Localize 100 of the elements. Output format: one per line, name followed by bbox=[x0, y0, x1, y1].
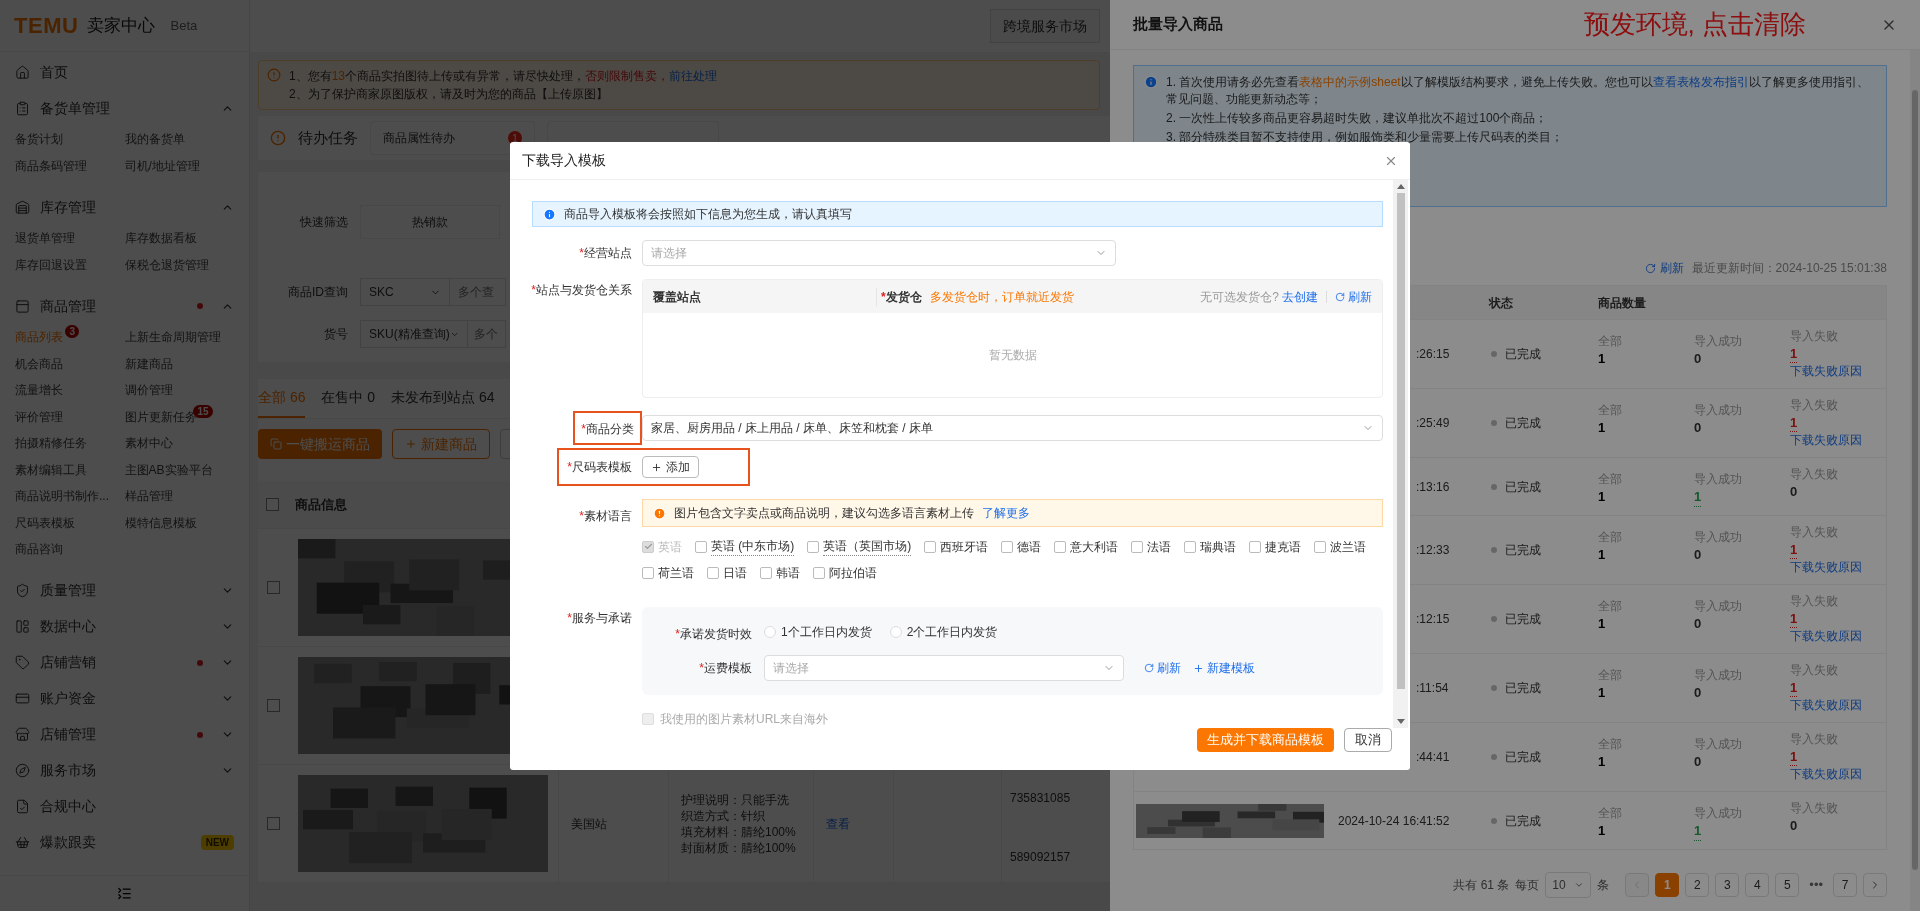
page-button[interactable]: 4 bbox=[1745, 873, 1770, 897]
notice-link[interactable]: 前往处理 bbox=[669, 69, 718, 83]
new-template-link[interactable]: 新建模板 bbox=[1193, 659, 1255, 677]
checkbox[interactable] bbox=[266, 817, 280, 830]
checkbox[interactable] bbox=[1249, 540, 1262, 553]
refresh-link[interactable]: 刷新 bbox=[1335, 287, 1372, 306]
count-value: 0 bbox=[1694, 546, 1702, 564]
checkbox[interactable] bbox=[813, 567, 825, 579]
menu-item[interactable]: 合规中心 bbox=[0, 788, 249, 825]
checkbox[interactable] bbox=[266, 581, 280, 594]
field-label: *服务与承诺 bbox=[567, 610, 632, 627]
failure-reason-link[interactable]: 下载失败原因 bbox=[1790, 628, 1862, 645]
failure-reason-link[interactable]: 下载失败原因 bbox=[1790, 363, 1862, 380]
status-cell-text: 已完成 bbox=[1505, 611, 1541, 628]
notice-text: 1. 首次使用请务必先查看表格中的示例sheet以了解模版结构要求，避免上传失败。您也可以查看表格发布指引 以了解更多使用指引、常见问题、功能更新动态等； bbox=[1166, 74, 1870, 108]
refresh-link[interactable]: 刷新 bbox=[1144, 659, 1181, 677]
generate-download-button[interactable]: 生成并下载商品模板 bbox=[1197, 728, 1334, 752]
page-button[interactable]: 2 bbox=[1685, 873, 1710, 897]
add-button[interactable]: 添加 bbox=[642, 456, 699, 478]
checkbox[interactable] bbox=[807, 540, 820, 553]
cancel-button[interactable]: 取消 bbox=[1344, 728, 1392, 752]
tag-icon bbox=[15, 655, 30, 670]
menu-item[interactable]: 备货单管理 bbox=[0, 90, 249, 126]
add-button[interactable]: 新建商品 bbox=[392, 429, 490, 459]
service-market-button[interactable]: 跨境服务市场 bbox=[990, 9, 1100, 43]
warning-icon bbox=[267, 68, 281, 82]
menu-label: 备货单管理 bbox=[40, 98, 110, 118]
sample-sheet-link[interactable]: 表格中的示例sheet bbox=[1299, 75, 1401, 89]
submenu-item[interactable]: 商品列表 bbox=[15, 328, 63, 347]
select-field[interactable]: 家居、厨房用品 / 床上用品 / 床单、床笠和枕套 / 床单 bbox=[642, 415, 1383, 441]
menu-label: 店铺管理 bbox=[40, 725, 96, 744]
checkbox[interactable] bbox=[266, 699, 280, 712]
checkbox[interactable] bbox=[924, 540, 937, 553]
refresh-icon bbox=[1335, 291, 1345, 302]
radio-button[interactable] bbox=[889, 626, 902, 638]
page-button[interactable]: 3 bbox=[1715, 873, 1740, 897]
menu-item[interactable]: 库存管理 bbox=[0, 189, 249, 225]
status-tab[interactable]: 在售中 0 bbox=[321, 379, 376, 418]
checkbox[interactable] bbox=[266, 498, 279, 511]
type-select[interactable]: SKU(精准查询) bbox=[360, 320, 468, 348]
count-value: 0 bbox=[1694, 684, 1702, 702]
menu-item[interactable]: 店铺营销 bbox=[0, 644, 249, 681]
scrollbar-thumb[interactable] bbox=[1396, 193, 1405, 689]
count-value: 1 bbox=[1598, 350, 1606, 368]
page-size-select[interactable]: 10 bbox=[1545, 872, 1592, 898]
select-field[interactable]: 请选择 bbox=[764, 655, 1124, 681]
checkbox[interactable] bbox=[760, 567, 772, 579]
select-field[interactable]: 请选择 bbox=[642, 240, 1116, 266]
menu-item[interactable]: 店铺管理 bbox=[0, 716, 249, 753]
import-button[interactable]: 一键搬运商品 bbox=[258, 429, 382, 459]
refresh-link[interactable]: 刷新 bbox=[1644, 259, 1684, 277]
scrollbar-thumb[interactable] bbox=[1912, 90, 1918, 870]
column-header: 状态 bbox=[1489, 295, 1513, 310]
menu-item[interactable]: 首页 bbox=[0, 54, 249, 90]
checkbox[interactable] bbox=[1001, 540, 1014, 553]
filter-chip[interactable]: 热销款 bbox=[360, 205, 500, 239]
checkbox[interactable] bbox=[1184, 540, 1197, 553]
option-label: 瑞典语 bbox=[1200, 538, 1237, 556]
type-select[interactable]: SKC bbox=[360, 278, 450, 306]
checkbox[interactable] bbox=[707, 567, 719, 579]
basket-icon bbox=[15, 835, 30, 850]
count-value: 0 bbox=[1694, 753, 1702, 771]
menu-item[interactable]: 数据中心 bbox=[0, 608, 249, 645]
app-title: 卖家中心 bbox=[86, 14, 155, 37]
view-link[interactable]: 查看 bbox=[826, 814, 850, 833]
create-link[interactable]: 去创建 bbox=[1282, 287, 1318, 306]
menu-item[interactable]: 质量管理 bbox=[0, 572, 249, 609]
failure-reason-link[interactable]: 下载失败原因 bbox=[1790, 432, 1862, 449]
collapse-icon[interactable] bbox=[117, 886, 132, 901]
guide-link[interactable]: 查看表格发布指引 bbox=[1652, 75, 1749, 89]
radio-button[interactable] bbox=[764, 626, 776, 638]
page-button[interactable]: 1 bbox=[1655, 873, 1680, 897]
menu-item[interactable]: 商品管理 bbox=[0, 288, 249, 324]
learn-more-link[interactable]: 了解更多 bbox=[982, 504, 1030, 522]
failure-reason-link[interactable]: 下载失败原因 bbox=[1790, 766, 1862, 783]
checkbox[interactable] bbox=[695, 540, 707, 553]
menu-label: 店铺营销 bbox=[40, 653, 96, 672]
menu-item[interactable]: 服务市场 bbox=[0, 752, 249, 789]
status-tab[interactable]: 未发布到站点 64 bbox=[391, 379, 495, 418]
next-page-button[interactable] bbox=[1863, 873, 1887, 897]
failure-reason-link[interactable]: 下载失败原因 bbox=[1790, 559, 1862, 576]
option-label: 意大利语 bbox=[1070, 538, 1119, 556]
menu-item[interactable]: 账户资金 bbox=[0, 680, 249, 717]
checkbox[interactable] bbox=[1131, 540, 1144, 553]
page-button[interactable]: 5 bbox=[1775, 873, 1800, 897]
page-button[interactable]: 7 bbox=[1833, 873, 1857, 897]
count-value: 0 bbox=[1694, 419, 1702, 437]
failure-reason-link[interactable]: 下载失败原因 bbox=[1790, 697, 1862, 714]
time-cell: :26:15 bbox=[1416, 347, 1450, 361]
status-cell-text: 已完成 bbox=[1505, 812, 1541, 830]
checkbox[interactable] bbox=[1314, 540, 1327, 553]
no-warehouse-text: 无可选发货仓? bbox=[1200, 288, 1279, 306]
menu-item[interactable]: 爆款跟卖 NEW bbox=[0, 824, 249, 861]
product-id: 589092157 bbox=[1010, 849, 1071, 864]
checkbox[interactable] bbox=[642, 567, 654, 579]
status-tab[interactable]: 全部 66 bbox=[258, 379, 306, 418]
checkbox[interactable] bbox=[1054, 540, 1067, 553]
home-icon bbox=[15, 64, 30, 80]
environment-note[interactable]: 预发环境, 点击清除 bbox=[1583, 5, 1806, 44]
notice-text: 3. 部分特殊类目暂不支持使用，例如服饰类和少量需要上传尺码表的类目； bbox=[1166, 129, 1565, 146]
